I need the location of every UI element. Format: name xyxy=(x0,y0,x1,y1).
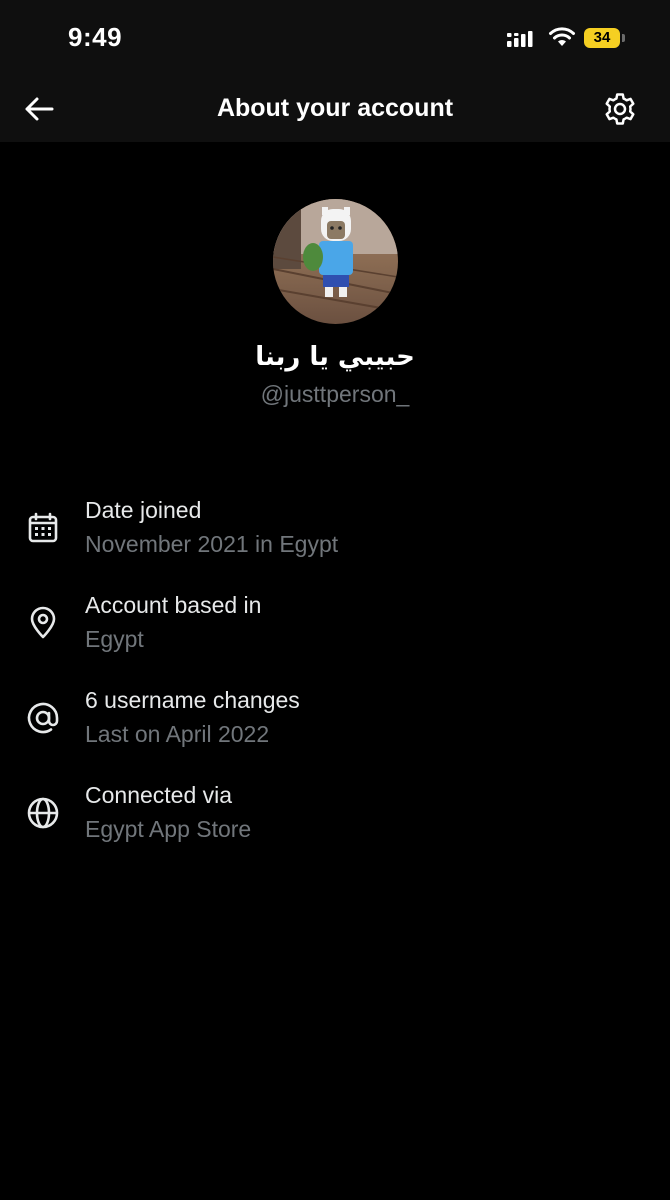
connected-via-label: Connected via xyxy=(85,782,233,808)
calendar-icon xyxy=(28,512,58,543)
account-based-in-value: Egypt xyxy=(85,626,144,652)
globe-icon xyxy=(27,797,59,829)
username-changes-value: Last on April 2022 xyxy=(85,721,270,747)
date-joined-value: November 2021 in Egypt xyxy=(85,531,339,557)
info-item-username-changes: 6 username changes Last on April 2022 xyxy=(0,687,670,767)
battery-icon: 34 xyxy=(584,28,626,48)
connected-via-value: Egypt App Store xyxy=(85,816,252,842)
page-title: About your account xyxy=(216,94,454,122)
avatar-image xyxy=(273,199,398,324)
account-based-in-label: Account based in xyxy=(85,592,262,618)
battery-cap xyxy=(622,34,625,42)
at-sign-icon xyxy=(27,702,59,734)
cellular-signal-icon xyxy=(507,31,533,47)
location-pin-icon xyxy=(30,606,56,639)
info-item-account-based-in: Account based in Egypt xyxy=(0,592,670,672)
status-time: 9:49 xyxy=(68,22,123,52)
info-item-date-joined: Date joined November 2021 in Egypt xyxy=(0,497,670,577)
header-bar: About your account xyxy=(0,76,670,142)
display-name: حبيبي يا ربنا xyxy=(255,342,415,372)
wifi-icon xyxy=(549,27,575,46)
date-joined-label: Date joined xyxy=(85,497,202,523)
username-changes-label: 6 username changes xyxy=(85,687,300,713)
gear-icon[interactable] xyxy=(602,91,638,127)
profile-avatar[interactable] xyxy=(273,199,398,324)
username: @justtperson_ xyxy=(260,381,410,407)
info-item-connected-via: Connected via Egypt App Store xyxy=(0,782,670,862)
battery-level: 34 xyxy=(593,29,611,46)
status-bar: 9:49 34 xyxy=(0,0,670,76)
